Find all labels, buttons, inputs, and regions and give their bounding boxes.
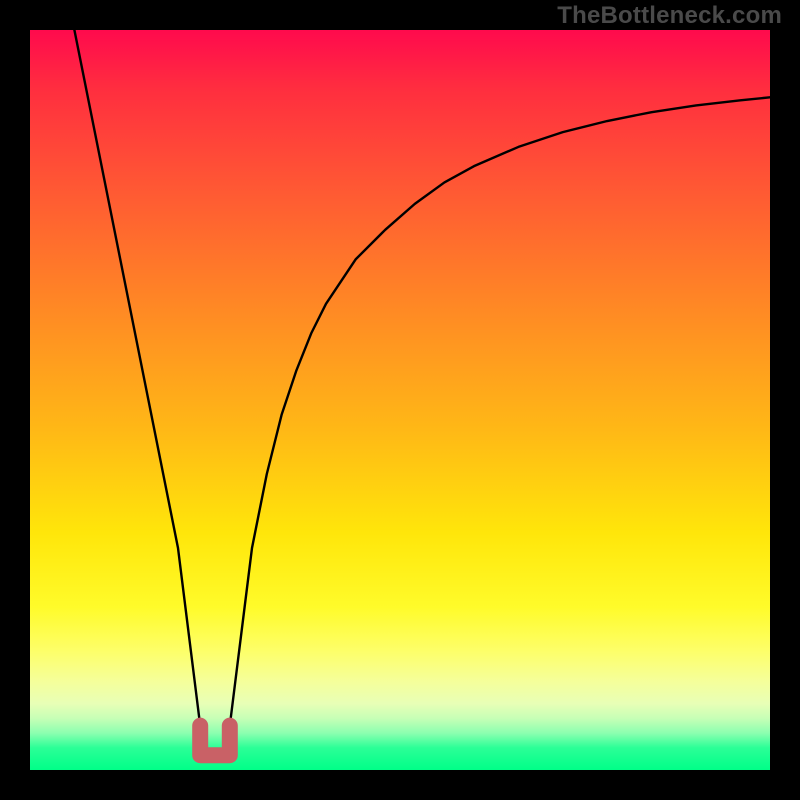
curve-layer: [30, 30, 770, 770]
chart-frame: TheBottleneck.com: [0, 0, 800, 800]
bottleneck-curve: [74, 30, 770, 755]
plot-area: [30, 30, 770, 770]
watermark-text: TheBottleneck.com: [557, 2, 782, 29]
watermark: TheBottleneck.com: [557, 2, 782, 30]
minimum-marker: [200, 726, 230, 756]
